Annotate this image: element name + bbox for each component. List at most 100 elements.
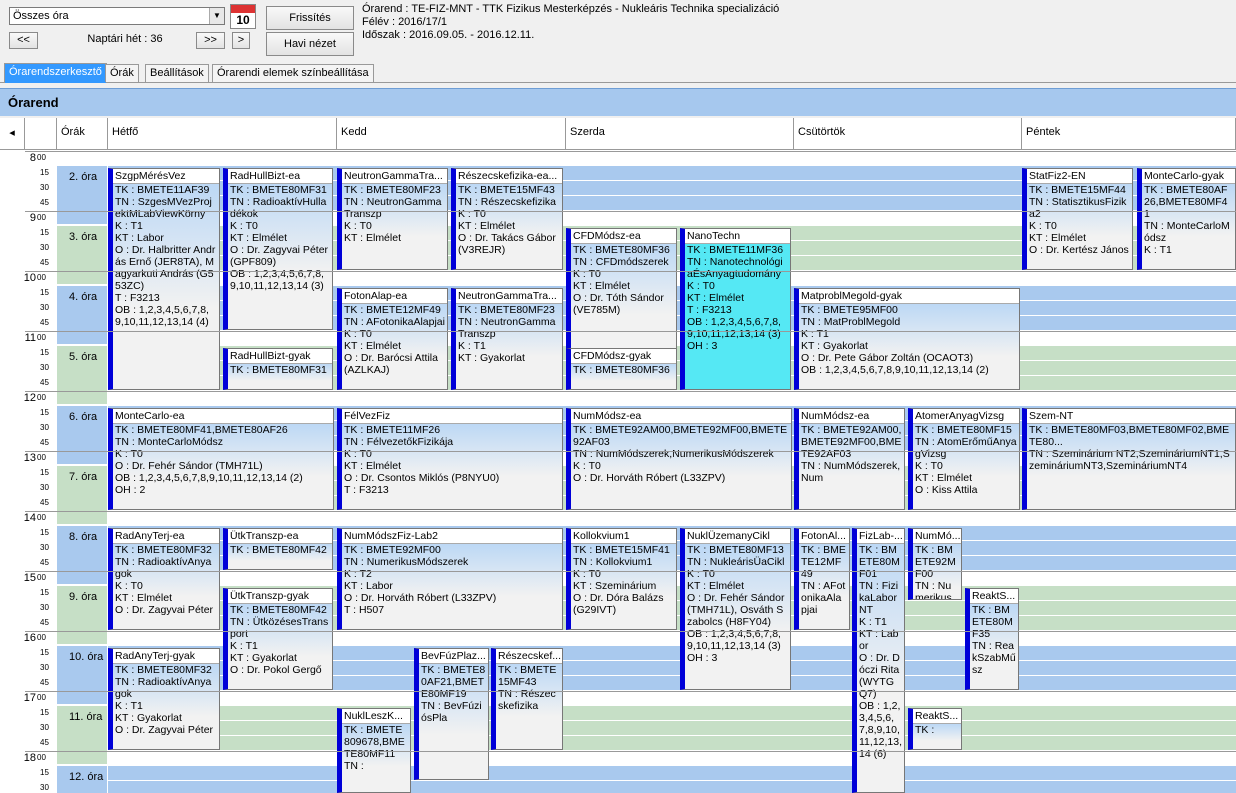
next-week-button[interactable]: > [232,32,250,49]
course-event[interactable]: FélVezFiz TK : BMETE11MF26 TN : Félvezető… [337,408,563,510]
course-event[interactable]: BevFúzPlaz... TK : BMETE80AF21,BMETE80MF1… [414,648,489,780]
time-slot[interactable] [566,721,794,736]
time-slot[interactable] [794,256,1022,271]
time-slot[interactable] [566,166,794,181]
course-event[interactable]: NeutronGammaTra... TK : BMETE80MF23 TN : … [451,288,563,390]
time-slot[interactable] [794,241,1022,256]
course-event[interactable]: FotonAlap-ea TK : BMETE12MF49 TN : AFoton… [337,288,448,390]
time-slot[interactable] [794,166,1022,181]
course-event[interactable]: MatproblMegold-gyak TK : BMETE95MF00 TN :… [794,288,1020,390]
section-header: Órarend [0,88,1236,116]
quarter-label: 00 [37,153,46,162]
time-slot[interactable] [1022,661,1236,676]
time-slot[interactable] [108,781,337,793]
time-slot[interactable] [1022,766,1236,781]
scroll-left-icon[interactable]: ◂ [0,118,25,150]
day-header-wednesday: Szerda [566,118,794,150]
course-event[interactable]: ÜtkTranszp-ea TK : BMETE80MF42 [223,528,333,570]
time-slot[interactable] [566,706,794,721]
prev-week-button[interactable]: << [9,32,38,49]
course-event-title: FotonAl... [799,529,849,544]
course-event[interactable]: CFDMódsz-ea TK : BMETE80MF36 TN : CFDmóds… [566,228,677,360]
course-event[interactable]: NumMódsz-ea TK : BMETE92AM00,BMETE92MF00,… [566,408,792,510]
time-slot[interactable] [1022,721,1236,736]
time-slot[interactable] [1022,376,1236,391]
course-event[interactable]: ReaktS... TK : BMETE80MF35 TN : ReakSzabM… [965,588,1019,690]
course-event[interactable]: FizLab-... TK : BMETE80MF01 TN : FizikaLa… [852,528,905,793]
time-slot[interactable] [1022,646,1236,661]
tab-orak[interactable]: Órák [105,64,139,82]
course-event-details: TK : BMETE11AF39 TN : SzgesMVezProjektML… [113,184,219,389]
time-slot[interactable] [1022,601,1236,616]
course-event[interactable]: NumMódszFiz-Lab2 TK : BMETE92MF00 TN : Nu… [337,528,563,630]
time-slot[interactable] [1022,781,1236,793]
time-slot[interactable] [1022,346,1236,361]
course-event[interactable]: RadHullBizt-gyak TK : BMETE80MF31 [223,348,333,390]
course-event-details: TK : BMETE92MF00 TN : NumerikusMódszer [913,544,961,599]
course-event[interactable]: RadHullBizt-ea TK : BMETE80MF31 TN : Radi… [223,168,333,330]
time-slot[interactable] [1022,676,1236,691]
time-slot[interactable] [1022,706,1236,721]
time-slot[interactable] [1022,526,1236,541]
monthly-view-button[interactable]: Havi nézet [266,32,354,56]
time-slot[interactable] [1022,616,1236,631]
time-slot[interactable] [1022,286,1236,301]
course-event[interactable]: NumMódsz-ea TK : BMETE92AM00,BMETE92MF00,… [794,408,905,510]
time-slot[interactable] [566,766,794,781]
time-slot[interactable] [566,736,794,751]
time-slot[interactable] [566,181,794,196]
time-slot[interactable] [794,766,1022,781]
time-slot[interactable] [566,196,794,211]
course-event[interactable]: Részecskef... TK : BMETE15MF43 TN : Része… [491,648,563,750]
tab-szinbeallitas[interactable]: Órarendi elemek színbeállítása [212,64,374,82]
course-event[interactable]: NanoTechn TK : BMETE11MF36 TN : Nanotechn… [680,228,791,390]
course-event[interactable]: RadAnyTerj-gyak TK : BMETE80MF32 TN : Rad… [108,648,220,750]
time-slot[interactable] [1022,361,1236,376]
time-slot[interactable] [1022,736,1236,751]
course-event[interactable]: StatFiz2-EN TK : BMETE15MF44 TN : Statisz… [1022,168,1133,270]
calendar-icon[interactable]: 10 [230,4,256,29]
time-slot[interactable] [1022,586,1236,601]
course-event[interactable]: RadAnyTerj-ea TK : BMETE80MF32 TN : Radio… [108,528,220,630]
tab-beallitasok[interactable]: Beállítások [145,64,209,82]
time-slot[interactable] [794,196,1022,211]
quarter-label: 00 [37,213,46,222]
course-event[interactable]: AtomerAnyagVizsg TK : BMETE80MF15 TN : At… [908,408,1020,510]
hour-label: 11 [24,332,36,344]
course-event[interactable]: NeutronGammaTra... TK : BMETE80MF23 TN : … [337,168,448,270]
hour-filter-select[interactable]: Összes óra ▼ [9,7,225,25]
course-event[interactable]: ÜtkTranszp-gyak TK : BMETE80MF42 TN : Ütk… [223,588,333,690]
timetable-info: Órarend : TE-FIZ-MNT - TTK Fizikus Meste… [362,3,779,42]
time-slot[interactable] [108,766,337,781]
course-event[interactable]: Kollokvium1 TK : BMETE15MF41 TN : Kollokv… [566,528,677,630]
course-event[interactable]: MonteCarlo-ea TK : BMETE80MF41,BMETE80AF2… [108,408,334,510]
next-week-fast-button[interactable]: >> [196,32,225,49]
chevron-down-icon[interactable]: ▼ [209,8,224,24]
quarter-label: 15 [40,168,49,177]
time-slot[interactable] [566,781,794,793]
time-slot[interactable] [1022,316,1236,331]
time-slot[interactable] [794,781,1022,793]
course-event[interactable]: NumMó...TK : BMETE92MF00 TN : NumerikusM… [908,528,962,600]
course-event[interactable]: FotonAl... TK : BMETE12MF49 TN : AFotonik… [794,528,850,630]
course-event[interactable]: Szem-NT TK : BMETE80MF03,BMETE80MF02,BMET… [1022,408,1236,510]
hour-label: 13 [23,452,36,464]
time-slot[interactable] [1022,556,1236,571]
course-event-title: NeutronGammaTra... [456,289,562,304]
time-slot[interactable] [1022,301,1236,316]
course-event[interactable]: SzgpMérésVez TK : BMETE11AF39 TN : SzgesM… [108,168,220,390]
course-event[interactable]: NuklÜzemanyCikl TK : BMETE80MF13 TN : Nuk… [680,528,791,690]
time-slot[interactable] [794,181,1022,196]
course-event[interactable]: CFDMódsz-gyak TK : BMETE80MF36 [566,348,677,390]
course-event-title: FotonAlap-ea [342,289,447,304]
refresh-button[interactable]: Frissítés [266,6,354,30]
course-event-title: CFDMódsz-gyak [571,349,676,364]
time-slot[interactable] [1022,541,1236,556]
course-event[interactable]: MonteCarlo-gyak TK : BMETE80AF26,BMETE80M… [1137,168,1236,270]
course-event[interactable]: Részecskefizika-ea... TK : BMETE15MF43 TN… [451,168,563,270]
course-event-details: TK : BMETE11MF26 TN : FélvezetőkFizikája… [342,424,562,509]
course-event[interactable]: ReaktS... TK : [908,708,962,750]
hour-line [25,631,1236,632]
time-slot[interactable] [794,226,1022,241]
tab-orarendszerkeszto[interactable]: Órarendszerkesztő [4,63,107,83]
